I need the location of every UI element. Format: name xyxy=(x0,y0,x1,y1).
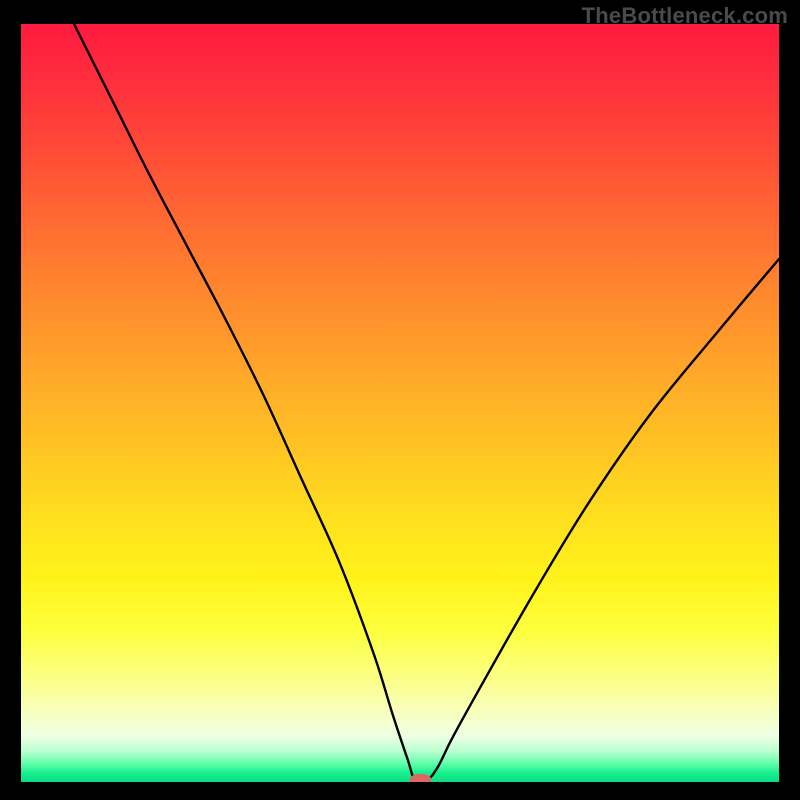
curve-layer xyxy=(21,24,779,782)
bottleneck-curve-path xyxy=(74,24,779,782)
chart-frame: TheBottleneck.com xyxy=(0,0,800,800)
plot-area xyxy=(21,24,779,782)
